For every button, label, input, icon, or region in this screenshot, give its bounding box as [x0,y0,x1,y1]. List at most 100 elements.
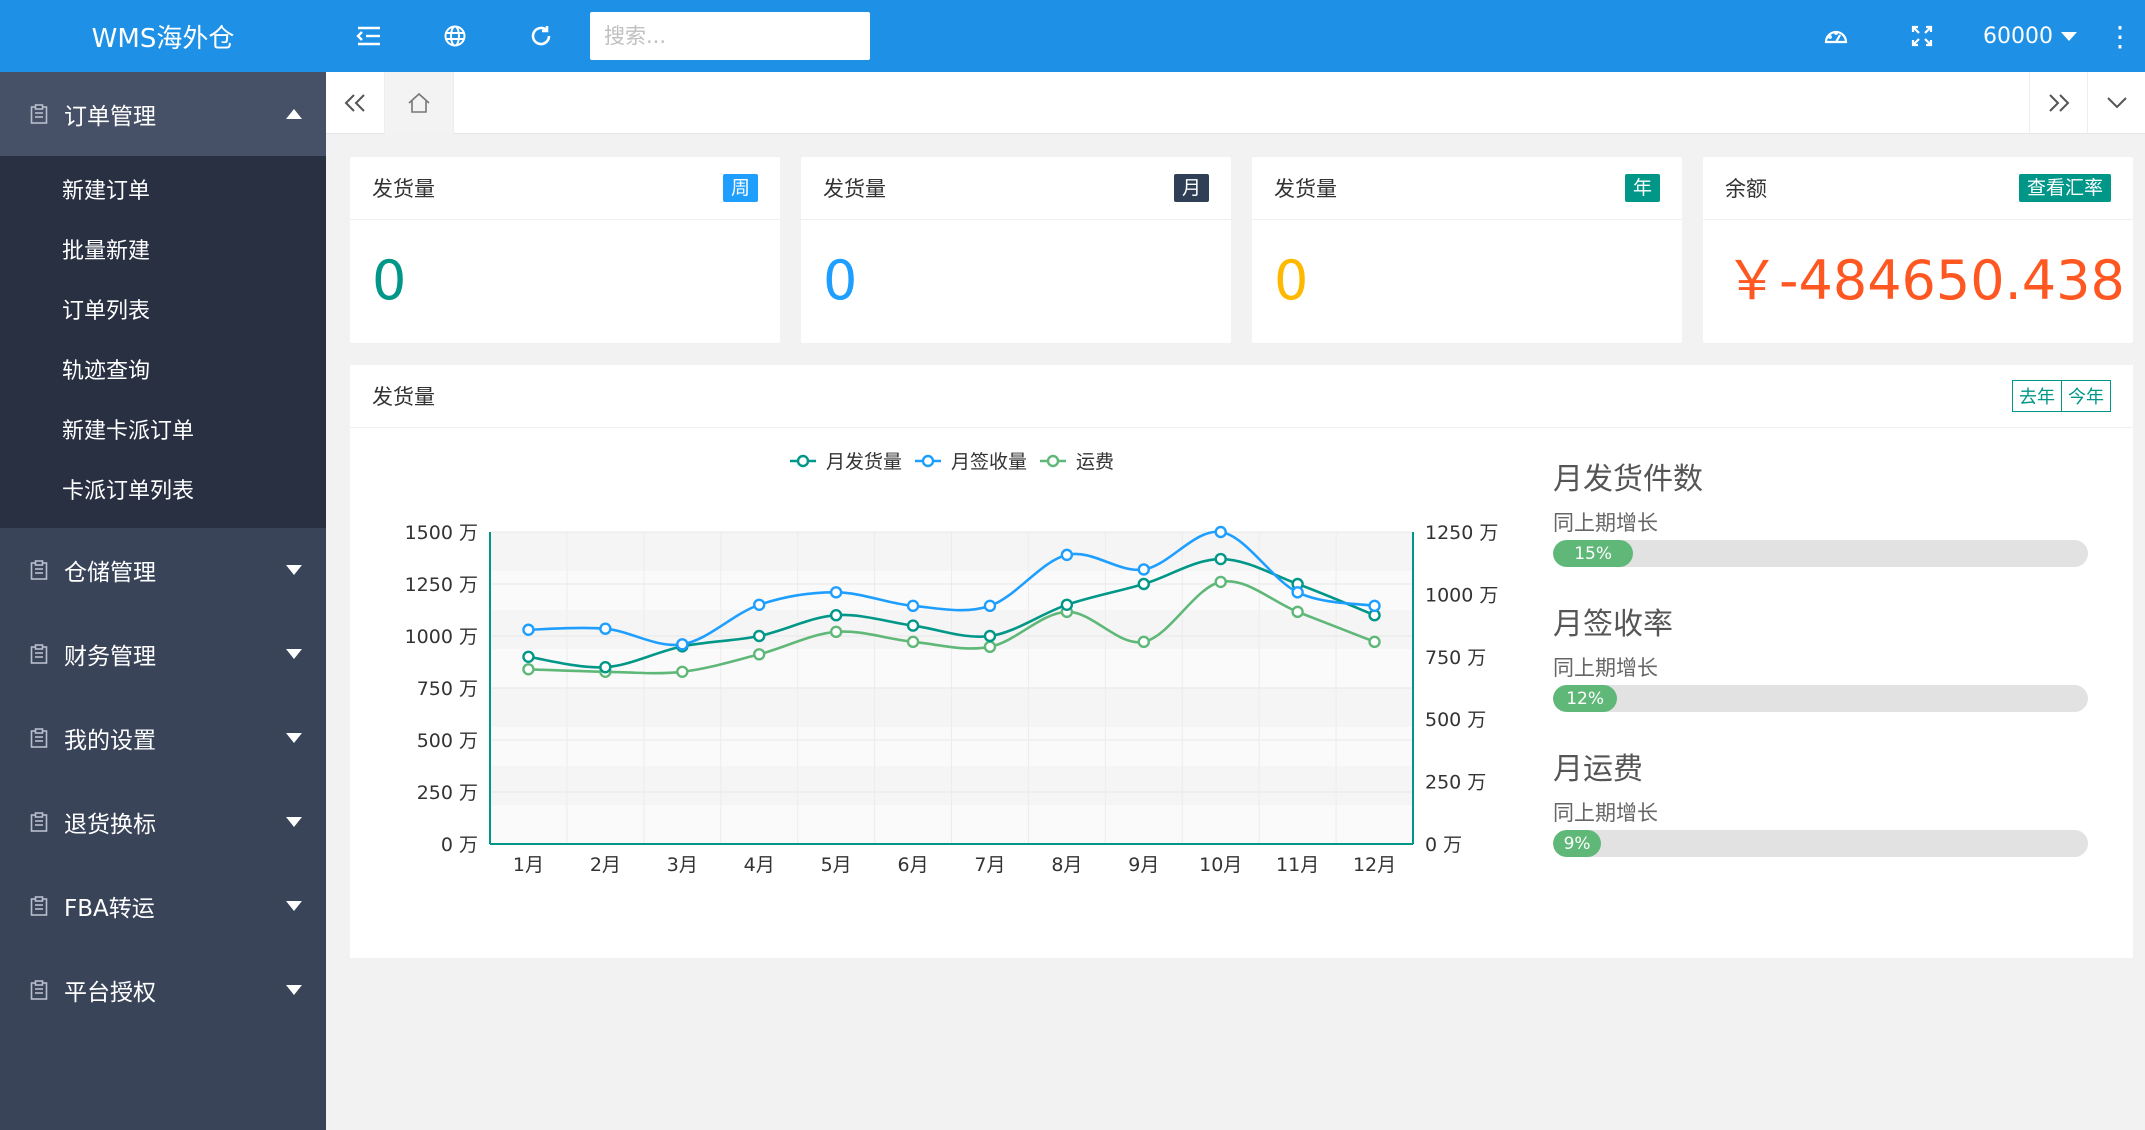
caret-up-icon [286,109,302,119]
home-tab[interactable] [384,71,454,134]
data-point [829,586,843,599]
sidebar-group-4[interactable]: 退货换标 [0,780,326,864]
data-point [753,598,766,612]
y-left-tick-label: 1000 万 [405,626,478,648]
sidebar-subitem[interactable]: 批量新建 [0,222,326,282]
stat-block: 月签收率 同上期增长 12% [1553,605,2113,712]
x-tick-label: 12月 [1353,854,1396,876]
data-point [1137,563,1150,576]
stat-subtitle: 同上期增长 [1553,801,1658,825]
caret-down-icon [286,733,302,743]
card-value: 0 [823,249,858,312]
menu-toggle-icon[interactable] [326,0,412,72]
card-value: ￥-484650.438 [1725,249,2125,312]
x-tick-label: 9月 [1128,854,1159,876]
growth-stats: 月发货件数 同上期增长 15% 月签收率 同上期增长 12% 月运费同上期增长 9% [1553,460,2113,895]
card-badge: 年 [1624,174,1660,202]
clipboard-icon [26,977,52,1003]
last-year-button[interactable]: 去年 [2013,381,2061,411]
y-right-tick-label: 500 万 [1425,709,1486,731]
top-header: 60000 ⋮ [326,0,2145,72]
data-point [983,599,997,613]
stat-title: 月运费 [1553,752,1643,787]
data-point [522,650,535,664]
sidebar-group-label: 财务管理 [64,644,156,670]
x-tick-label: 4月 [744,854,775,876]
stat-card: 发货量 月 0 [801,157,1231,343]
legend-label: 运费 [1076,451,1114,473]
y-left-tick-label: 0 万 [441,834,478,856]
globe-icon[interactable] [412,0,498,72]
sidebar-subitem[interactable]: 卡派订单列表 [0,462,326,522]
stat-block: 月运费同上期增长 9% [1553,750,2113,857]
sidebar-subitem[interactable]: 订单列表 [0,282,326,342]
y-left-tick-label: 750 万 [417,678,478,700]
sidebar-group-0[interactable]: 订单管理 [0,72,326,156]
data-point [906,635,920,649]
panel-title: 发货量 [372,385,435,409]
sidebar-group-5[interactable]: FBA转运 [0,864,326,948]
y-left-tick-label: 250 万 [417,782,478,804]
y-left-tick-label: 1500 万 [405,522,478,544]
data-point [1214,575,1227,589]
data-point [1137,635,1150,649]
clipboard-icon [26,725,52,751]
data-point [753,629,766,643]
tab-options-chevron-icon[interactable] [2087,71,2145,134]
sidebar-subitem[interactable]: 轨迹查询 [0,342,326,402]
sidebar-group-label: 我的设置 [64,728,156,754]
clipboard-icon [26,893,52,919]
data-point [906,619,920,632]
stat-block: 月发货件数 同上期增长 15% [1553,460,2113,567]
this-year-button[interactable]: 今年 [2061,381,2110,411]
x-tick-label: 8月 [1051,854,1082,876]
data-point [983,640,997,654]
clipboard-icon [26,809,52,835]
sidebar-subitem[interactable]: 新建订单 [0,162,326,222]
user-name: 60000 [1983,23,2053,49]
card-value: 0 [372,249,407,312]
sidebar-group-2[interactable]: 财务管理 [0,612,326,696]
user-menu[interactable]: 60000 [1965,0,2095,72]
y-left-tick-label: 500 万 [417,730,478,752]
fullscreen-icon[interactable] [1879,0,1965,72]
data-point [1368,599,1381,613]
sidebar-subitem[interactable]: 新建卡派订单 [0,402,326,462]
sidebar-group-6[interactable]: 平台授权 [0,948,326,1032]
more-vertical-icon[interactable]: ⋮ [2095,20,2145,53]
card-value: 0 [1274,249,1309,312]
progress-fill: 9% [1553,830,1602,857]
stat-card: 发货量 年 0 [1252,157,1682,343]
sidebar-group-label: 仓储管理 [64,560,156,586]
card-badge: 月 [1173,174,1209,202]
sidebar-group-1[interactable]: 仓储管理 [0,528,326,612]
caret-down-icon [286,901,302,911]
y-right-tick-label: 1000 万 [1425,584,1498,606]
data-point [599,622,612,635]
clipboard-icon [26,101,52,127]
data-point [522,623,535,636]
sidebar-group-label: 平台授权 [64,980,156,1006]
theme-palette-icon[interactable] [1793,0,1879,72]
clipboard-icon [26,557,52,583]
y-right-tick-label: 750 万 [1425,647,1486,669]
sidebar-group-3[interactable]: 我的设置 [0,696,326,780]
data-point [1214,525,1227,539]
card-title: 余额 [1725,177,1767,201]
tab-scroll-right-icon[interactable] [2029,71,2087,134]
tab-scroll-left-icon[interactable] [326,72,384,134]
card-title: 发货量 [823,177,886,201]
refresh-icon[interactable] [498,0,584,72]
app-logo[interactable]: WMS海外仓 [0,0,326,72]
sidebar-submenu: 新建订单 批量新建 订单列表 轨迹查询 新建卡派订单 卡派订单列表 [0,156,326,528]
x-tick-label: 5月 [821,854,852,876]
search-input[interactable] [590,12,870,60]
data-point [906,599,920,613]
data-point [1060,598,1074,612]
data-point [1214,552,1227,566]
data-point [983,629,997,643]
sidebar-group-label: FBA转运 [64,896,155,922]
progress-bar: 9% [1553,830,2088,857]
stat-card: 余额 查看汇率 ￥-484650.438 [1703,157,2133,343]
card-badge[interactable]: 查看汇率 [2018,174,2111,202]
